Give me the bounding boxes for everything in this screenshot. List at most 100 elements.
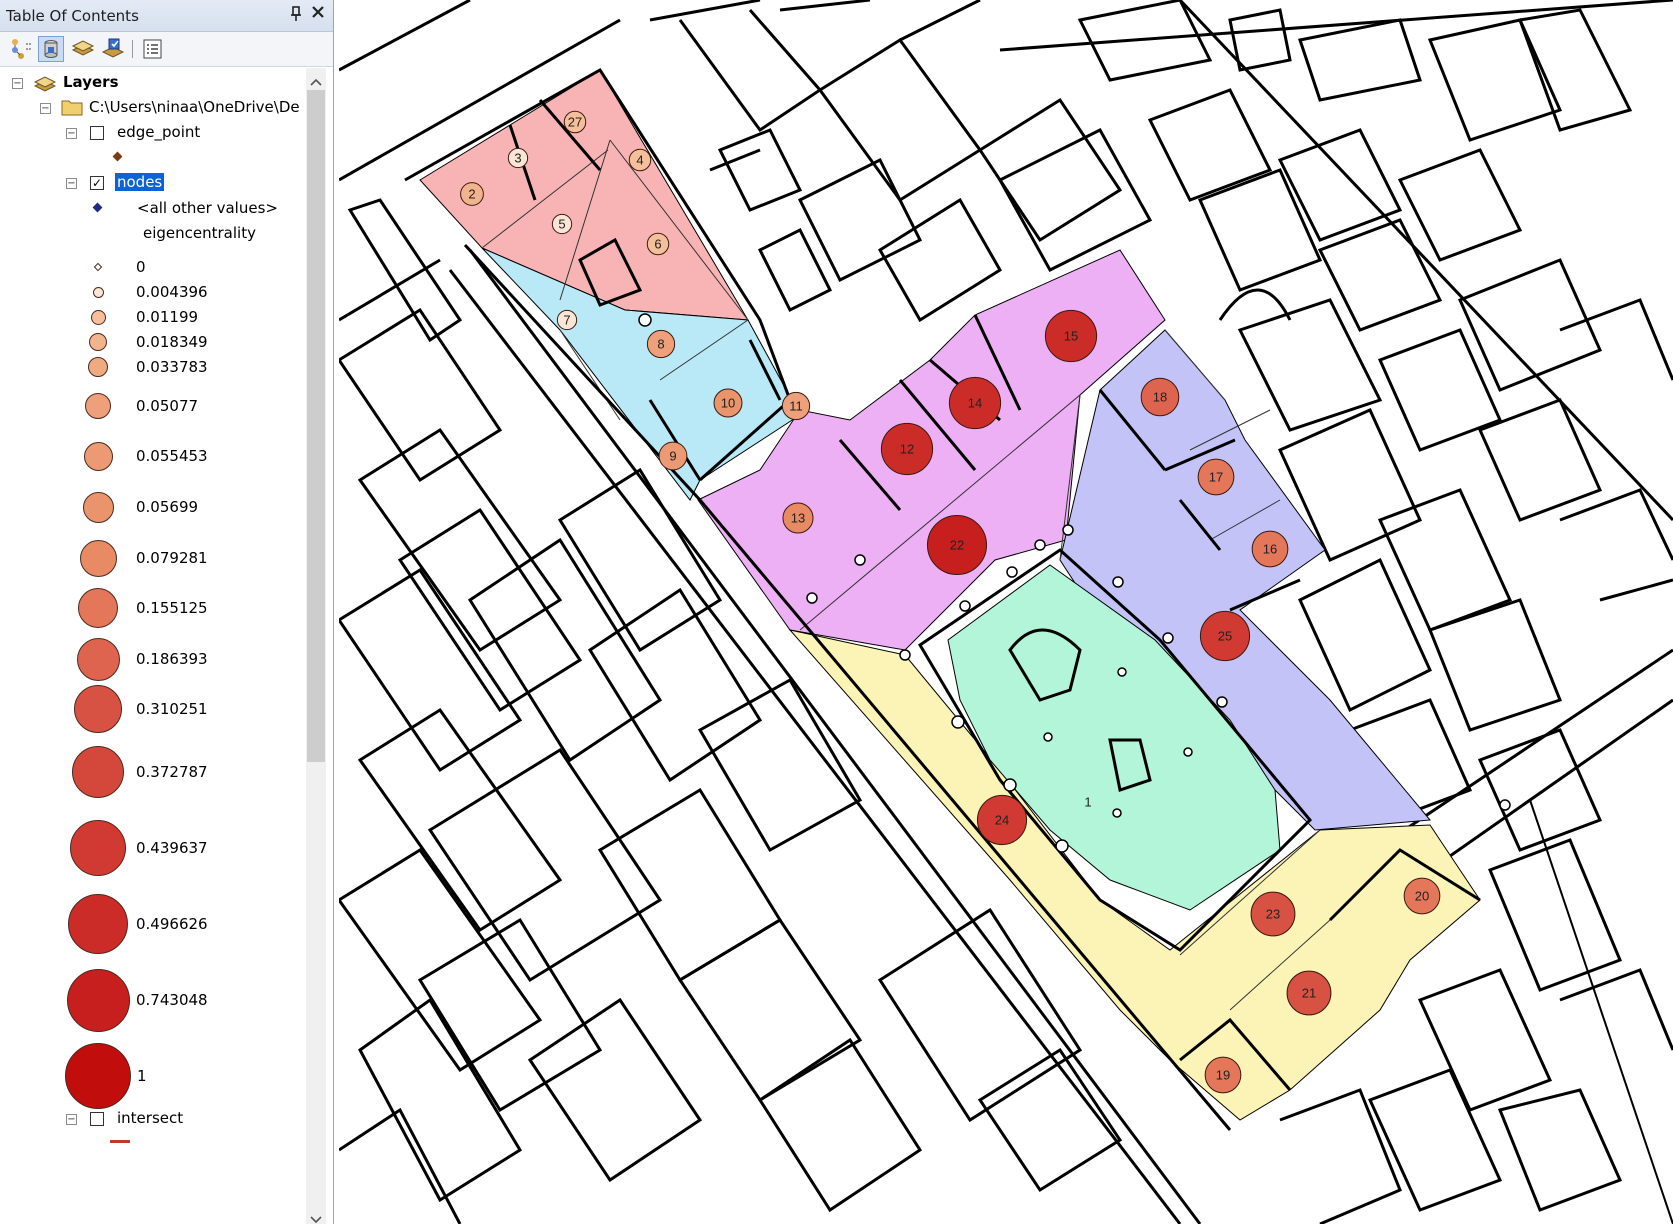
- legend-label: 0.743048: [136, 991, 208, 1009]
- legend-symbol-icon: [72, 746, 124, 798]
- pin-icon[interactable]: [290, 6, 302, 26]
- list-by-drawing-order-icon[interactable]: [8, 36, 34, 62]
- node-label: 17: [1209, 470, 1223, 485]
- nodes-label: nodes: [115, 173, 165, 191]
- room-zones: [419, 69, 1481, 1121]
- node-label: 25: [1218, 629, 1232, 644]
- edge-point-label: edge_point: [117, 123, 201, 141]
- node-label: 3: [514, 151, 521, 166]
- scroll-up-icon[interactable]: [309, 72, 323, 91]
- legend-label: 0.079281: [136, 549, 208, 567]
- node-label: 27: [568, 115, 582, 130]
- intersect-layer-row[interactable]: − intersect: [0, 1107, 300, 1131]
- node-label: 22: [950, 538, 964, 553]
- node-label: 4: [636, 153, 643, 168]
- node-label: 21: [1302, 986, 1316, 1001]
- options-icon[interactable]: [140, 36, 166, 62]
- nodes-layer-row[interactable]: − ✓ nodes: [0, 171, 300, 195]
- node-label: 19: [1216, 1068, 1230, 1083]
- node-label: 10: [721, 396, 735, 411]
- legend-symbol-icon: [78, 588, 118, 628]
- legend-label: 0.033783: [136, 358, 208, 376]
- legend-label: 0.439637: [136, 839, 208, 857]
- legend-symbol-icon: [76, 637, 120, 681]
- legend-symbol-icon: [68, 894, 128, 954]
- edge-point-symbol-icon: [112, 151, 123, 162]
- node-label: 9: [669, 449, 676, 464]
- workspace-row[interactable]: − C:\Users\ninaa\OneDrive\De: [0, 96, 306, 120]
- layer-tree: − Layers − C:\Users\ninaa\OneDrive\De − …: [0, 68, 310, 1224]
- workspace-path: C:\Users\ninaa\OneDrive\De: [89, 98, 300, 116]
- layers-label: Layers: [63, 73, 119, 91]
- map-view[interactable]: 2 27 4 3 5 6 7 8 10 11 9 12 14 15 18 13 22 17 16 25 24 1 23 20 2…: [339, 0, 1673, 1224]
- collapse-icon[interactable]: −: [66, 178, 77, 189]
- other-values-label: <all other values>: [137, 199, 278, 217]
- map-canvas[interactable]: 2 27 4 3 5 6 7 8 10 11 9 12 14 15 18 13 22 17 16 25 24 1 23 20 2…: [339, 0, 1673, 1224]
- table-of-contents-panel: Table Of Contents − Layers − C:\Users\ni…: [0, 0, 334, 1224]
- legend-label: 0.372787: [136, 763, 208, 781]
- legend-label: 0.01199: [136, 308, 199, 326]
- node-label: 16: [1263, 542, 1277, 557]
- intersect-symbol-icon: [110, 1140, 130, 1143]
- legend-symbol-icon: [88, 357, 108, 377]
- layers-icon: [33, 73, 57, 97]
- node-label: 23: [1266, 907, 1280, 922]
- list-by-visibility-icon[interactable]: [70, 36, 96, 62]
- node-label: 8: [657, 337, 664, 352]
- legend-label: 0.496626: [136, 915, 208, 933]
- legend-symbol-icon: [92, 286, 104, 298]
- node-label: 1: [1084, 795, 1091, 810]
- collapse-icon[interactable]: −: [40, 103, 51, 114]
- node-label: 11: [789, 399, 803, 414]
- node-label: 14: [968, 396, 982, 411]
- toc-title: Table Of Contents: [6, 7, 139, 25]
- node-label: 24: [995, 813, 1009, 828]
- scroll-down-icon[interactable]: [309, 1210, 323, 1224]
- collapse-icon[interactable]: −: [66, 128, 77, 139]
- node-label: 6: [654, 237, 661, 252]
- legend-label: 0.310251: [136, 700, 208, 718]
- node-label: 13: [791, 511, 805, 526]
- close-icon[interactable]: [311, 5, 325, 23]
- legend-symbol-icon: [85, 393, 111, 419]
- collapse-icon[interactable]: −: [12, 78, 23, 89]
- legend-symbol-icon: [65, 1043, 131, 1109]
- legend-label: 0.186393: [136, 650, 208, 668]
- legend-symbol-icon: [66, 968, 130, 1032]
- legend-symbol-icon: [74, 685, 122, 733]
- node-label: 15: [1064, 329, 1078, 344]
- toc-titlebar: Table Of Contents: [0, 0, 333, 32]
- legend-symbol-icon: [70, 820, 126, 876]
- node-label: 12: [900, 442, 914, 457]
- legend-symbol-icon: [89, 333, 107, 351]
- legend-symbol-icon: [90, 309, 106, 325]
- layers-row[interactable]: − Layers: [0, 71, 300, 95]
- node-label: 5: [558, 217, 565, 232]
- legend-label: 0.055453: [136, 447, 208, 465]
- collapse-icon[interactable]: −: [66, 1114, 77, 1125]
- list-by-selection-icon[interactable]: [100, 36, 126, 62]
- edge-point-visibility-checkbox[interactable]: [90, 126, 104, 140]
- legend-label: 0.018349: [136, 333, 208, 351]
- node-label: 7: [563, 313, 570, 328]
- legend-symbol-icon: [79, 539, 117, 577]
- nodes-visibility-checkbox[interactable]: ✓: [90, 176, 104, 190]
- legend-symbol-icon: [83, 441, 113, 471]
- legend-label: 0.155125: [136, 599, 208, 617]
- legend-label: 0.05077: [136, 397, 199, 415]
- folder-icon: [61, 98, 83, 120]
- legend-label: 0: [136, 258, 146, 276]
- legend-label: 0.004396: [136, 283, 208, 301]
- legend-label: 0.05699: [136, 498, 199, 516]
- list-by-source-icon[interactable]: [38, 36, 64, 62]
- toolbar-separator: [132, 40, 133, 58]
- node-label: 18: [1153, 390, 1167, 405]
- node-label: 20: [1415, 889, 1429, 904]
- other-values-symbol-icon: [92, 202, 103, 213]
- edge-point-layer-row[interactable]: − edge_point: [0, 121, 300, 145]
- toc-scrollbar-thumb[interactable]: [307, 90, 325, 762]
- intersect-visibility-checkbox[interactable]: [90, 1112, 104, 1126]
- legend-symbol-icon: [93, 262, 103, 272]
- field-label: eigencentrality: [143, 224, 256, 242]
- node-label: 2: [468, 187, 475, 202]
